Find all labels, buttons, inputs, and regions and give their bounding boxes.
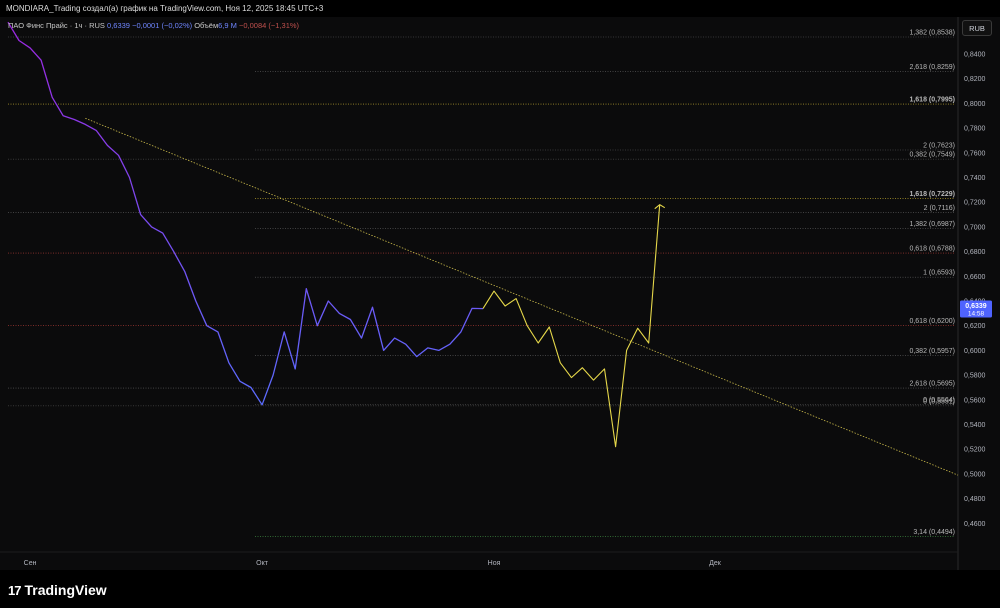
tradingview-mark-icon: 17 — [8, 583, 22, 598]
fib-level-label: 1,618 (0,7995) — [909, 97, 955, 104]
y-tick-label: 0,7800 — [964, 126, 986, 133]
volume-label: Объём — [194, 21, 219, 30]
trendline — [85, 117, 959, 476]
symbol-price: 0,6339 — [107, 21, 130, 30]
fib-level-label: 0 (0,5551) — [923, 398, 955, 405]
symbol-change: −0,0001 (−0,02%) — [132, 21, 193, 30]
y-tick-label: 0,5600 — [964, 397, 986, 404]
y-tick-label: 0,7600 — [964, 150, 986, 157]
y-tick-label: 0,4600 — [964, 521, 986, 528]
fib-level-label: 1 (0,6593) — [923, 270, 955, 277]
y-tick-label: 0,8200 — [964, 76, 986, 83]
y-tick-label: 0,7400 — [964, 175, 986, 182]
x-tick-label: Дек — [709, 560, 722, 567]
y-tick-label: 0,8000 — [964, 101, 986, 108]
fib-level-label: 1,382 (0,8538) — [909, 30, 955, 37]
price-series-line — [7, 21, 484, 406]
price-tag-value: 0,6339 — [965, 303, 987, 310]
fib-level-label: 0,382 (0,7549) — [909, 152, 955, 159]
fib-level-label: 2 (0,7623) — [923, 142, 955, 149]
y-tick-label: 0,7200 — [964, 200, 986, 207]
fib-level-label: 2 (0,7116) — [924, 205, 955, 212]
y-tick-label: 0,8400 — [964, 52, 986, 59]
y-tick-label: 0,4800 — [964, 496, 986, 503]
fib-level-label: 0,618 (0,6788) — [909, 246, 955, 253]
fib-level-label: 2,618 (0,5695) — [909, 381, 955, 388]
price-chart[interactable]: 1,382 (0,8538) 2,618 (0,8259) 1,618 (0,799… — [0, 0, 1000, 570]
footer-bar — [0, 570, 1000, 608]
y-tick-label: 0,5400 — [964, 422, 986, 429]
x-tick-label: Ноя — [488, 560, 501, 567]
symbol-name[interactable]: ПАО Финс Прайс · 1ч · RUS — [8, 21, 105, 30]
x-tick-label: Окт — [256, 560, 269, 567]
fib-level-label: 1,618 (0,7229) — [909, 191, 955, 198]
symbol-info-bar: ПАО Финс Прайс · 1ч · RUS 0,6339 −0,0001… — [8, 21, 299, 30]
y-tick-label: 0,6200 — [964, 323, 986, 330]
y-tick-label: 0,7000 — [964, 224, 986, 231]
x-tick-label: Сен — [24, 560, 37, 567]
y-tick-label: 0,6600 — [964, 274, 986, 281]
volume-change: −0,0084 (−1,31%) — [238, 21, 300, 30]
fib-level-label: 0,382 (0,5957) — [909, 348, 955, 355]
y-tick-label: 0,6000 — [964, 348, 986, 355]
price-tag-time: 14:58 — [968, 311, 985, 318]
fib-level-label: 0,618 (0,6200) — [909, 318, 955, 325]
y-tick-label: 0,5200 — [964, 447, 986, 454]
tradingview-logo[interactable]: 17 TradingView — [8, 582, 107, 598]
volume-value: 6,9 М — [218, 21, 237, 30]
y-tick-label: 0,5000 — [964, 471, 986, 478]
fib-level-label: 3,14 (0,4494) — [913, 529, 955, 536]
currency-button[interactable]: RUB — [962, 20, 992, 36]
fib-level-label: 1,382 (0,6987) — [909, 221, 955, 228]
logo-text: TradingView — [24, 582, 107, 598]
y-tick-label: 0,6800 — [964, 249, 986, 256]
y-tick-label: 0,5800 — [964, 373, 986, 380]
fib-level-label: 2,618 (0,8259) — [909, 64, 955, 71]
